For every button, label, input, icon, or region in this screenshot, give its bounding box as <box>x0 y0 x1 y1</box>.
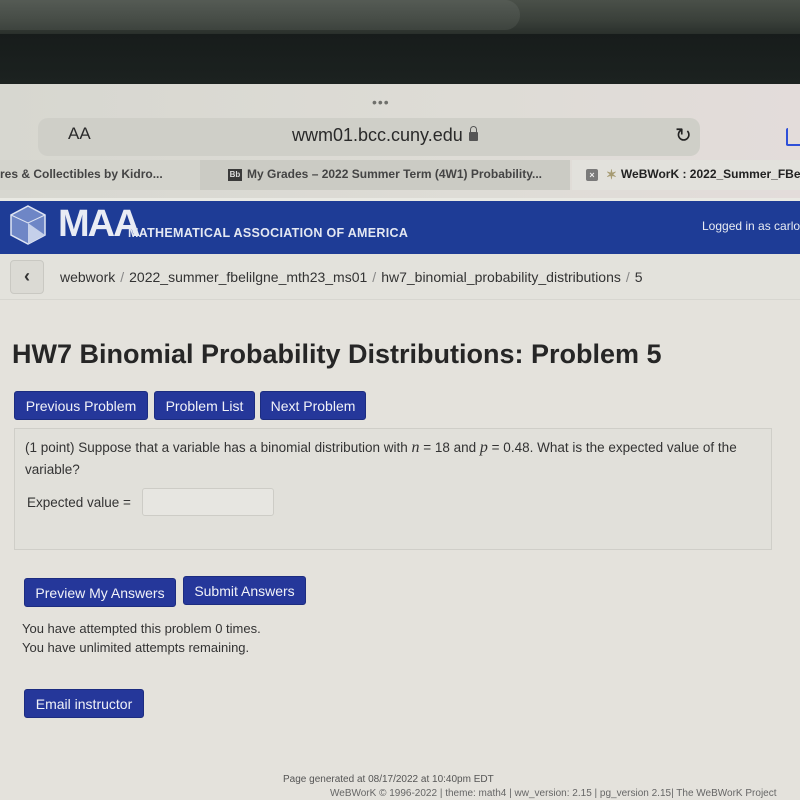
breadcrumb-separator: / <box>625 269 630 285</box>
tab-webwork[interactable]: × ✶ WeBWorK : 2022_Summer_FBe <box>572 160 800 190</box>
reload-icon[interactable]: ↻ <box>675 123 692 148</box>
share-icon[interactable] <box>786 128 800 146</box>
stylus <box>0 0 520 30</box>
tab-bar: res & Collectibles by Kidro... Bb My Grad… <box>0 160 800 190</box>
breadcrumb-set[interactable]: hw7_binomial_probability_distributions <box>381 269 621 285</box>
variable-p: p <box>479 439 488 456</box>
problem-text-part: (1 point) Suppose that a variable has a … <box>25 440 412 455</box>
maa-banner: MAA MATHEMATICAL ASSOCIATION OF AMERICA … <box>0 198 800 254</box>
breadcrumb-separator: / <box>120 269 125 285</box>
lock-icon <box>468 126 478 141</box>
breadcrumb-course[interactable]: 2022_summer_fbelilgne_mth23_ms01 <box>129 269 367 285</box>
expected-value-input[interactable] <box>142 488 274 516</box>
tab-my-grades[interactable]: Bb My Grades – 2022 Summer Term (4W1) Pro… <box>200 160 570 190</box>
blackboard-icon: Bb <box>228 168 242 181</box>
problem-text: (1 point) Suppose that a variable has a … <box>25 437 745 481</box>
tab-label: My Grades – 2022 Summer Term (4W1) Proba… <box>247 167 542 181</box>
maa-logo-icon <box>10 205 46 245</box>
breadcrumb-bar: ‹ webwork/2022_summer_fbelilgne_mth23_ms… <box>0 254 800 300</box>
address-bar[interactable]: AA wwm01.bcc.cuny.edu ↻ <box>38 118 700 156</box>
expected-value-label: Expected value = <box>27 495 131 510</box>
page-title: HW7 Binomial Probability Distributions: … <box>12 339 662 369</box>
back-button[interactable]: ‹ <box>10 260 44 294</box>
tab-label: WeBWorK : 2022_Summer_FBe <box>620 167 800 181</box>
screen: ••• AA wwm01.bcc.cuny.edu ↻ res & Collec… <box>0 84 800 800</box>
tab-collectibles[interactable]: res & Collectibles by Kidro... <box>0 160 200 190</box>
breadcrumb-separator: / <box>372 269 377 285</box>
tab-label: res & Collectibles by Kidro... <box>0 167 163 181</box>
breadcrumb-problem: 5 <box>634 269 643 285</box>
text-size-button[interactable]: AA <box>68 124 91 144</box>
url-text[interactable]: wwm01.bcc.cuny.edu <box>292 125 478 146</box>
org-name: MATHEMATICAL ASSOCIATION OF AMERICA <box>128 226 409 240</box>
preview-answers-button[interactable]: Preview My Answers <box>24 578 176 607</box>
page-generated-text: Page generated at 08/17/2022 at 10:40pm … <box>283 774 494 785</box>
url-value: wwm01.bcc.cuny.edu <box>292 125 463 145</box>
previous-problem-button[interactable]: Previous Problem <box>14 391 148 420</box>
breadcrumb: webwork/2022_summer_fbelilgne_mth23_ms01… <box>60 269 643 285</box>
attempts-text: You have attempted this problem 0 times. <box>22 621 261 636</box>
next-problem-button[interactable]: Next Problem <box>260 391 366 420</box>
browser-chrome: ••• AA wwm01.bcc.cuny.edu ↻ res & Collec… <box>0 84 800 198</box>
device-bezel-band <box>0 34 800 84</box>
close-tab-icon[interactable]: × <box>586 168 598 181</box>
webwork-star-icon: ✶ <box>606 166 617 182</box>
problem-text-part: = 18 and <box>419 440 480 455</box>
problem-list-button[interactable]: Problem List <box>154 391 255 420</box>
submit-answers-button[interactable]: Submit Answers <box>183 576 306 605</box>
email-instructor-button[interactable]: Email instructor <box>24 689 144 718</box>
logged-in-status: Logged in as carlos <box>702 219 800 233</box>
version-text: WeBWorK © 1996-2022 | theme: math4 | ww_… <box>330 788 777 799</box>
problem-box: (1 point) Suppose that a variable has a … <box>14 428 772 550</box>
breadcrumb-webwork[interactable]: webwork <box>60 269 115 285</box>
maa-logo-text: MAA <box>58 203 141 245</box>
more-dots-icon[interactable]: ••• <box>372 94 390 110</box>
remaining-attempts-text: You have unlimited attempts remaining. <box>22 640 250 655</box>
